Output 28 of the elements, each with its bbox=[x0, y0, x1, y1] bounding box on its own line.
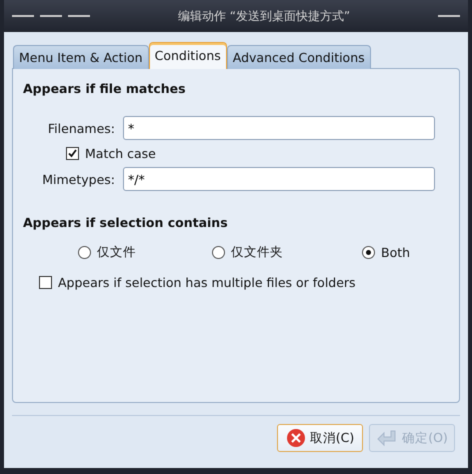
window-control-icon[interactable] bbox=[68, 14, 90, 18]
enter-arrow-icon bbox=[376, 429, 398, 447]
window-control-icon[interactable] bbox=[12, 14, 34, 18]
field-label: Mimetypes: bbox=[41, 172, 115, 186]
checkbox[interactable] bbox=[39, 276, 52, 289]
cancel-button[interactable]: 取消(C) bbox=[277, 424, 363, 452]
field-label: Filenames: bbox=[46, 120, 115, 136]
input-field[interactable]: */* bbox=[123, 167, 435, 191]
input-field[interactable]: * bbox=[123, 116, 435, 140]
section-heading: Appears if selection contains bbox=[23, 215, 229, 230]
radio-label: Both bbox=[381, 245, 410, 260]
radio-button[interactable] bbox=[362, 246, 375, 259]
window-title: 编辑动作 “发送到桌面快捷方式” bbox=[176, 8, 352, 24]
window-control-icon[interactable] bbox=[40, 14, 62, 18]
window-control-icon[interactable] bbox=[438, 14, 460, 18]
close-icon bbox=[286, 428, 306, 448]
radio-label: 仅文件夹 bbox=[231, 244, 283, 261]
radio-label: 仅文件 bbox=[97, 244, 136, 261]
checkmark-icon bbox=[68, 149, 77, 158]
section-heading: Appears if file matches bbox=[23, 81, 187, 96]
tab[interactable]: Menu Item & Action bbox=[13, 45, 149, 69]
checkbox[interactable] bbox=[66, 147, 79, 160]
checkbox-label: Match case bbox=[85, 146, 156, 161]
checkbox-label: Appears if selection has multiple files or folders bbox=[58, 275, 356, 290]
tab[interactable]: Conditions bbox=[148, 42, 227, 69]
tab[interactable]: Advanced Conditions bbox=[226, 45, 371, 69]
radio-button[interactable] bbox=[78, 246, 91, 259]
radio-button[interactable] bbox=[212, 246, 225, 259]
